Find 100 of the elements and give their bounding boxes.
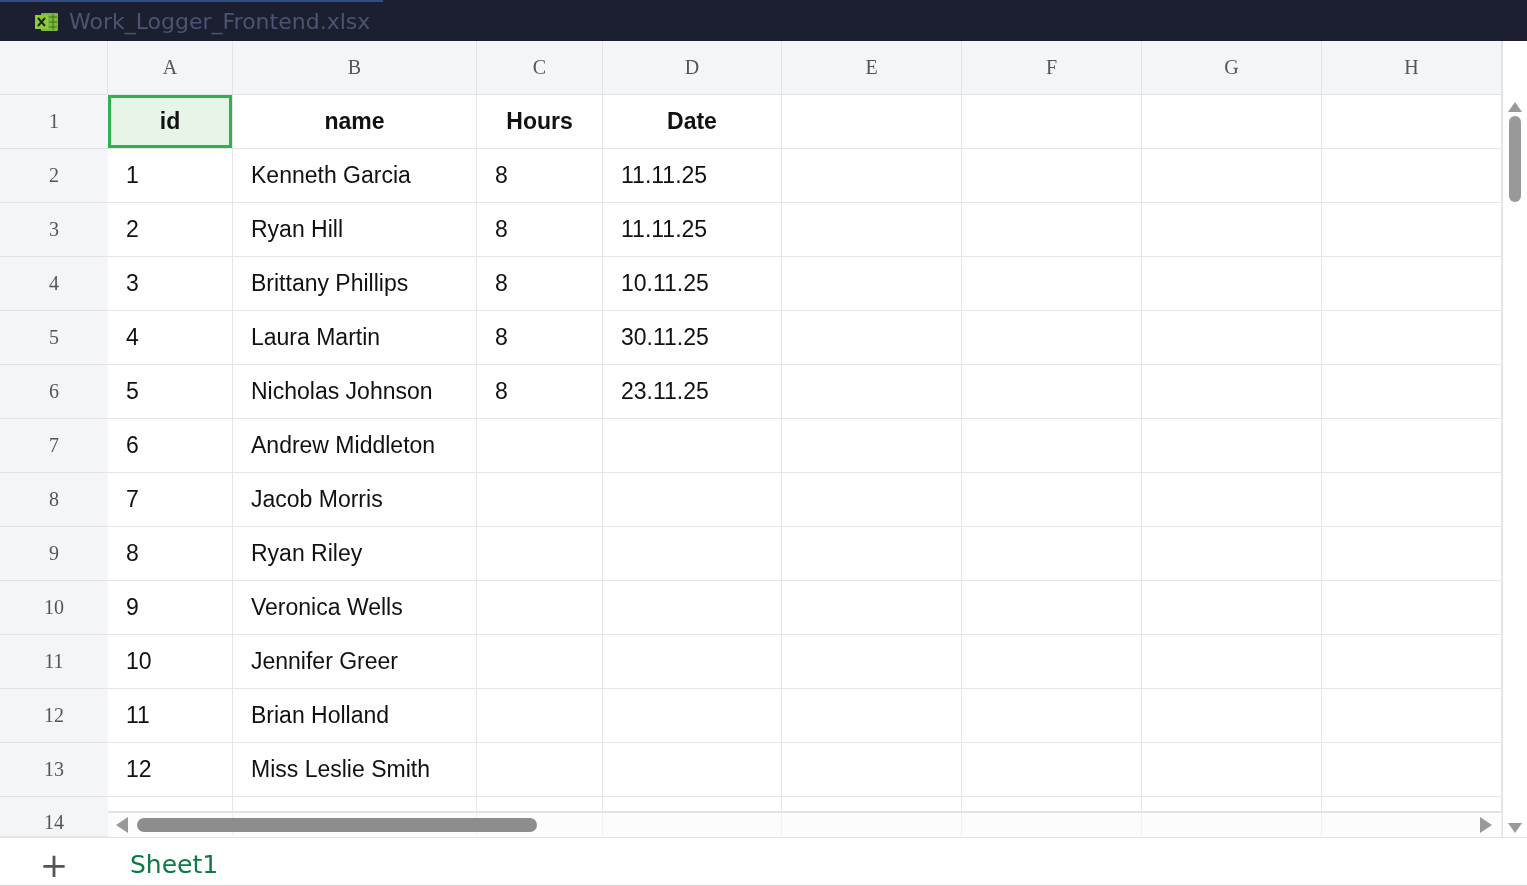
table-cell[interactable]: Jennifer Greer	[233, 635, 477, 689]
empty-cell[interactable]	[603, 581, 782, 635]
select-all-corner[interactable]	[0, 41, 108, 95]
column-header[interactable]: E	[782, 41, 962, 95]
table-cell[interactable]: 4	[108, 311, 233, 365]
table-cell[interactable]: 8	[477, 365, 603, 419]
empty-cell[interactable]	[1142, 365, 1322, 419]
table-cell[interactable]: 3	[108, 257, 233, 311]
row-header[interactable]: 8	[0, 473, 108, 527]
empty-cell[interactable]	[1142, 419, 1322, 473]
table-cell[interactable]: 11.11.25	[603, 203, 782, 257]
empty-cell[interactable]	[1322, 257, 1502, 311]
table-cell[interactable]: 12	[108, 743, 233, 797]
table-cell[interactable]: 5	[108, 365, 233, 419]
table-cell[interactable]: 10.11.25	[603, 257, 782, 311]
table-cell[interactable]: 9	[108, 581, 233, 635]
empty-cell[interactable]	[477, 419, 603, 473]
table-cell[interactable]: Jacob Morris	[233, 473, 477, 527]
empty-cell[interactable]	[477, 581, 603, 635]
empty-cell[interactable]	[1142, 743, 1322, 797]
row-header[interactable]: 9	[0, 527, 108, 581]
empty-cell[interactable]	[962, 203, 1142, 257]
empty-cell[interactable]	[1322, 473, 1502, 527]
table-cell[interactable]: Date	[603, 95, 782, 149]
empty-cell[interactable]	[1322, 95, 1502, 149]
row-header[interactable]: 4	[0, 257, 108, 311]
empty-cell[interactable]	[962, 743, 1142, 797]
empty-cell[interactable]	[782, 527, 962, 581]
scrollbar-thumb[interactable]	[1509, 116, 1521, 202]
table-cell[interactable]: Nicholas Johnson	[233, 365, 477, 419]
empty-cell[interactable]	[603, 689, 782, 743]
row-header[interactable]: 12	[0, 689, 108, 743]
row-header[interactable]: 14	[0, 797, 108, 837]
empty-cell[interactable]	[1322, 527, 1502, 581]
table-cell[interactable]: 10	[108, 635, 233, 689]
empty-cell[interactable]	[962, 527, 1142, 581]
row-header[interactable]: 3	[0, 203, 108, 257]
table-cell[interactable]: Hours	[477, 95, 603, 149]
empty-cell[interactable]	[782, 419, 962, 473]
empty-cell[interactable]	[782, 581, 962, 635]
row-header[interactable]: 6	[0, 365, 108, 419]
empty-cell[interactable]	[1322, 743, 1502, 797]
empty-cell[interactable]	[962, 149, 1142, 203]
empty-cell[interactable]	[962, 473, 1142, 527]
empty-cell[interactable]	[477, 689, 603, 743]
table-cell[interactable]: 8	[477, 203, 603, 257]
empty-cell[interactable]	[1322, 689, 1502, 743]
table-cell[interactable]: Brian Holland	[233, 689, 477, 743]
table-cell[interactable]: name	[233, 95, 477, 149]
table-cell[interactable]: 6	[108, 419, 233, 473]
empty-cell[interactable]	[1322, 311, 1502, 365]
empty-cell[interactable]	[1322, 635, 1502, 689]
column-header[interactable]: C	[477, 41, 603, 95]
empty-cell[interactable]	[782, 743, 962, 797]
scroll-up-icon[interactable]	[1508, 102, 1522, 112]
table-cell[interactable]: 11	[108, 689, 233, 743]
column-header[interactable]: D	[603, 41, 782, 95]
table-cell[interactable]: 8	[477, 311, 603, 365]
column-header[interactable]: F	[962, 41, 1142, 95]
table-cell[interactable]: Andrew Middleton	[233, 419, 477, 473]
empty-cell[interactable]	[962, 365, 1142, 419]
empty-cell[interactable]	[603, 419, 782, 473]
empty-cell[interactable]	[1142, 95, 1322, 149]
empty-cell[interactable]	[477, 635, 603, 689]
empty-cell[interactable]	[782, 203, 962, 257]
column-header[interactable]: B	[233, 41, 477, 95]
row-header[interactable]: 2	[0, 149, 108, 203]
empty-cell[interactable]	[603, 635, 782, 689]
empty-cell[interactable]	[962, 689, 1142, 743]
empty-cell[interactable]	[1142, 257, 1322, 311]
empty-cell[interactable]	[962, 419, 1142, 473]
empty-cell[interactable]	[1322, 149, 1502, 203]
horizontal-scrollbar[interactable]	[108, 811, 1502, 837]
scrollbar-thumb[interactable]	[137, 818, 537, 832]
empty-cell[interactable]	[962, 635, 1142, 689]
empty-cell[interactable]	[782, 365, 962, 419]
empty-cell[interactable]	[782, 257, 962, 311]
table-cell[interactable]: 8	[477, 257, 603, 311]
empty-cell[interactable]	[603, 527, 782, 581]
row-header[interactable]: 1	[0, 95, 108, 149]
empty-cell[interactable]	[1142, 311, 1322, 365]
column-header[interactable]: H	[1322, 41, 1502, 95]
table-cell[interactable]: 7	[108, 473, 233, 527]
row-header[interactable]: 10	[0, 581, 108, 635]
empty-cell[interactable]	[1322, 365, 1502, 419]
empty-cell[interactable]	[603, 473, 782, 527]
table-cell[interactable]: id	[108, 95, 233, 149]
add-sheet-button[interactable]: +	[0, 845, 108, 885]
table-cell[interactable]: Brittany Phillips	[233, 257, 477, 311]
empty-cell[interactable]	[962, 95, 1142, 149]
empty-cell[interactable]	[477, 743, 603, 797]
column-header[interactable]: A	[108, 41, 233, 95]
table-cell[interactable]: 23.11.25	[603, 365, 782, 419]
empty-cell[interactable]	[1142, 689, 1322, 743]
scroll-left-icon[interactable]	[116, 817, 128, 833]
column-header[interactable]: G	[1142, 41, 1322, 95]
empty-cell[interactable]	[477, 473, 603, 527]
empty-cell[interactable]	[1142, 635, 1322, 689]
row-header[interactable]: 13	[0, 743, 108, 797]
table-cell[interactable]: 11.11.25	[603, 149, 782, 203]
